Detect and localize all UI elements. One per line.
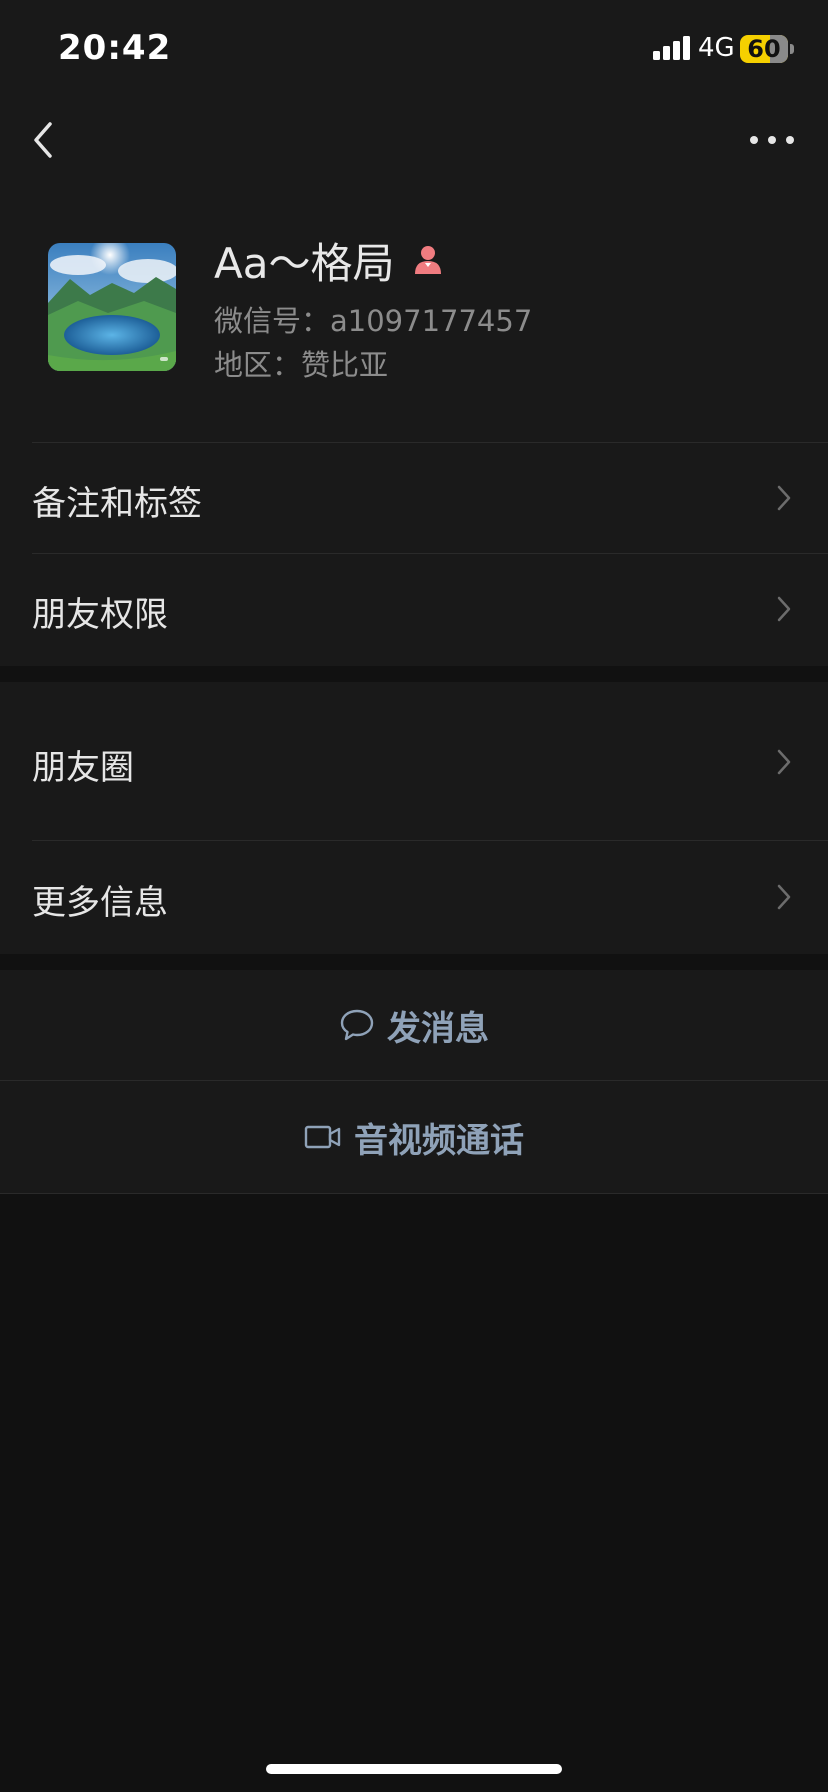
profile-name-row: Aa～格局	[214, 232, 444, 288]
chevron-right-icon	[777, 596, 791, 622]
send-message-label: 发消息	[387, 1008, 489, 1049]
av-call-button[interactable]: 音视频通话	[0, 1081, 828, 1193]
chevron-right-icon	[777, 485, 791, 511]
wechat-id: 微信号：a1097177457	[214, 304, 533, 338]
av-call-label: 音视频通话	[354, 1120, 524, 1161]
section-gap	[0, 954, 828, 970]
avatar[interactable]	[48, 243, 176, 371]
list-item-label: 朋友权限	[32, 595, 168, 635]
battery-icon: 60	[740, 35, 788, 63]
network-type: 4G	[698, 33, 735, 63]
list-item-permissions[interactable]: 朋友权限	[0, 554, 828, 665]
region: 地区：赞比亚	[214, 348, 389, 382]
list-item-moments[interactable]: 朋友圈	[0, 682, 828, 840]
chevron-right-icon	[777, 884, 791, 910]
list-item-remarks[interactable]: 备注和标签	[0, 443, 828, 553]
list-item-more-info[interactable]: 更多信息	[0, 841, 828, 953]
home-indicator[interactable]	[266, 1764, 562, 1774]
list-item-label: 朋友圈	[32, 748, 134, 788]
divider	[0, 1193, 828, 1194]
chat-bubble-icon	[340, 1009, 374, 1041]
chevron-right-icon	[777, 749, 791, 775]
list-item-label: 更多信息	[32, 883, 168, 923]
list-item-label: 备注和标签	[32, 484, 202, 524]
female-icon	[415, 246, 442, 274]
battery-level: 60	[747, 35, 781, 63]
send-message-button[interactable]: 发消息	[0, 970, 828, 1080]
section-gap	[0, 666, 828, 682]
ellipsis-icon[interactable]	[748, 128, 796, 152]
video-camera-icon	[304, 1125, 341, 1149]
status-time: 20:42	[58, 28, 172, 68]
profile-name: Aa～格局	[214, 238, 395, 288]
battery-cap	[790, 44, 794, 54]
chevron-left-icon[interactable]	[28, 118, 62, 162]
status-bar: 20:42 4G 60	[0, 0, 828, 100]
signal-bars-icon	[653, 36, 690, 60]
